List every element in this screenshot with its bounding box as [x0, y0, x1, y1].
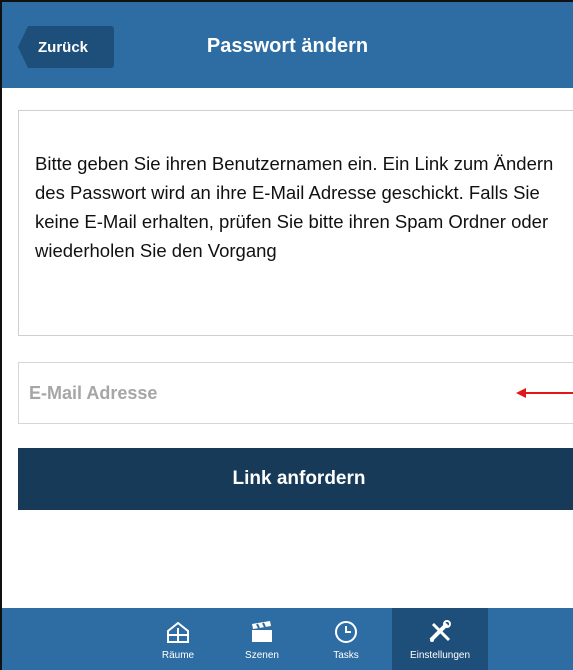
tab-tasks[interactable]: Tasks [298, 608, 394, 670]
page-title: Passwort ändern [206, 35, 369, 57]
clapperboard-icon [247, 618, 277, 646]
request-link-button[interactable]: Link anfordern [18, 448, 573, 510]
tab-raeume[interactable]: Räume [130, 608, 226, 670]
house-icon [163, 618, 193, 646]
clock-icon [331, 618, 361, 646]
info-text: Bitte geben Sie ihren Benutzernamen ein.… [35, 153, 554, 261]
annotation-arrow [516, 388, 573, 398]
header-bar: Zurück Passwort ändern [2, 2, 573, 88]
info-box: Bitte geben Sie ihren Benutzernamen ein.… [18, 110, 573, 336]
tools-icon [425, 618, 455, 646]
tab-szenen[interactable]: Szenen [214, 608, 310, 670]
tab-label: Räume [161, 650, 195, 661]
bottom-tab-bar: Räume Szenen Tasks Einstellungen [2, 608, 573, 670]
tab-label: Szenen [245, 650, 279, 661]
tab-einstellungen[interactable]: Einstellungen [392, 608, 488, 670]
tab-label: Tasks [333, 650, 359, 661]
email-field[interactable] [18, 362, 573, 424]
tab-label: Einstellungen [409, 650, 471, 661]
